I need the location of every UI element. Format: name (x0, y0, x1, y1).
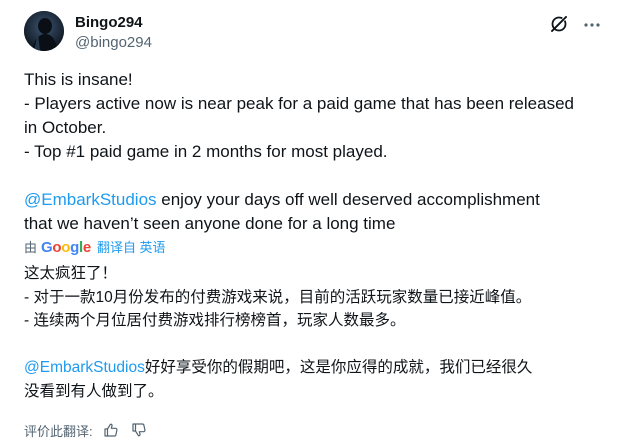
tweet-card: Bingo294 @bingo294 This is insane! - Pla… (0, 0, 628, 442)
translation-line: @EmbarkStudios好好享受你的假期吧，这是你应得的成就，我们已经很久 (24, 356, 604, 380)
author-handle[interactable]: @bingo294 (75, 33, 152, 53)
tweet-line: - Top #1 paid game in 2 months for most … (24, 142, 388, 161)
avatar-image (24, 11, 64, 51)
tweet-line: that we haven’t seen anyone done for a l… (24, 214, 396, 233)
tweet-text: This is insane! - Players active now is … (24, 68, 604, 236)
translation-rating: 评价此翻译: (24, 420, 159, 440)
translation-line: 没看到有人做到了。 (24, 382, 164, 400)
grok-icon[interactable] (549, 14, 569, 34)
translated-from-link[interactable]: 翻译自 英语 (97, 239, 166, 257)
tweet-line: in October. (24, 118, 107, 137)
author-display-name[interactable]: Bingo294 (75, 13, 143, 33)
tweet-line: - Players active now is near peak for a … (24, 94, 574, 113)
avatar[interactable] (24, 11, 64, 51)
tweet-line: This is insane! (24, 70, 133, 89)
thumbs-down-icon[interactable] (131, 422, 147, 438)
translation-line: - 对于一款10月份发布的付费游戏来说，目前的活跃玩家数量已接近峰值。 (24, 288, 532, 306)
rating-label: 评价此翻译: (24, 423, 93, 439)
translation-attribution: 由 Google 翻译自 英语 (24, 239, 166, 257)
thumbs-up-icon[interactable] (103, 422, 119, 438)
google-logo: Google (41, 239, 91, 256)
translation-mention-text: 好好享受你的假期吧，这是你应得的成就，我们已经很久 (144, 359, 533, 376)
tweet-mention-text: enjoy your days off well deserved accomp… (156, 190, 540, 209)
translated-by-label: 由 (24, 240, 38, 255)
translated-text: 这太疯狂了！ - 对于一款10月份发布的付费游戏来说，目前的活跃玩家数量已接近峰… (24, 262, 604, 403)
translation-line: - 连续两个月位居付费游戏排行榜榜首，玩家人数最多。 (24, 312, 406, 329)
mention-link[interactable]: @EmbarkStudios (24, 190, 157, 209)
translation-mention-link[interactable]: @EmbarkStudios (24, 359, 145, 376)
translation-line: 这太疯狂了！ (24, 265, 118, 282)
more-options-icon[interactable] (583, 16, 601, 34)
tweet-line: @EmbarkStudios enjoy your days off well … (24, 188, 604, 212)
